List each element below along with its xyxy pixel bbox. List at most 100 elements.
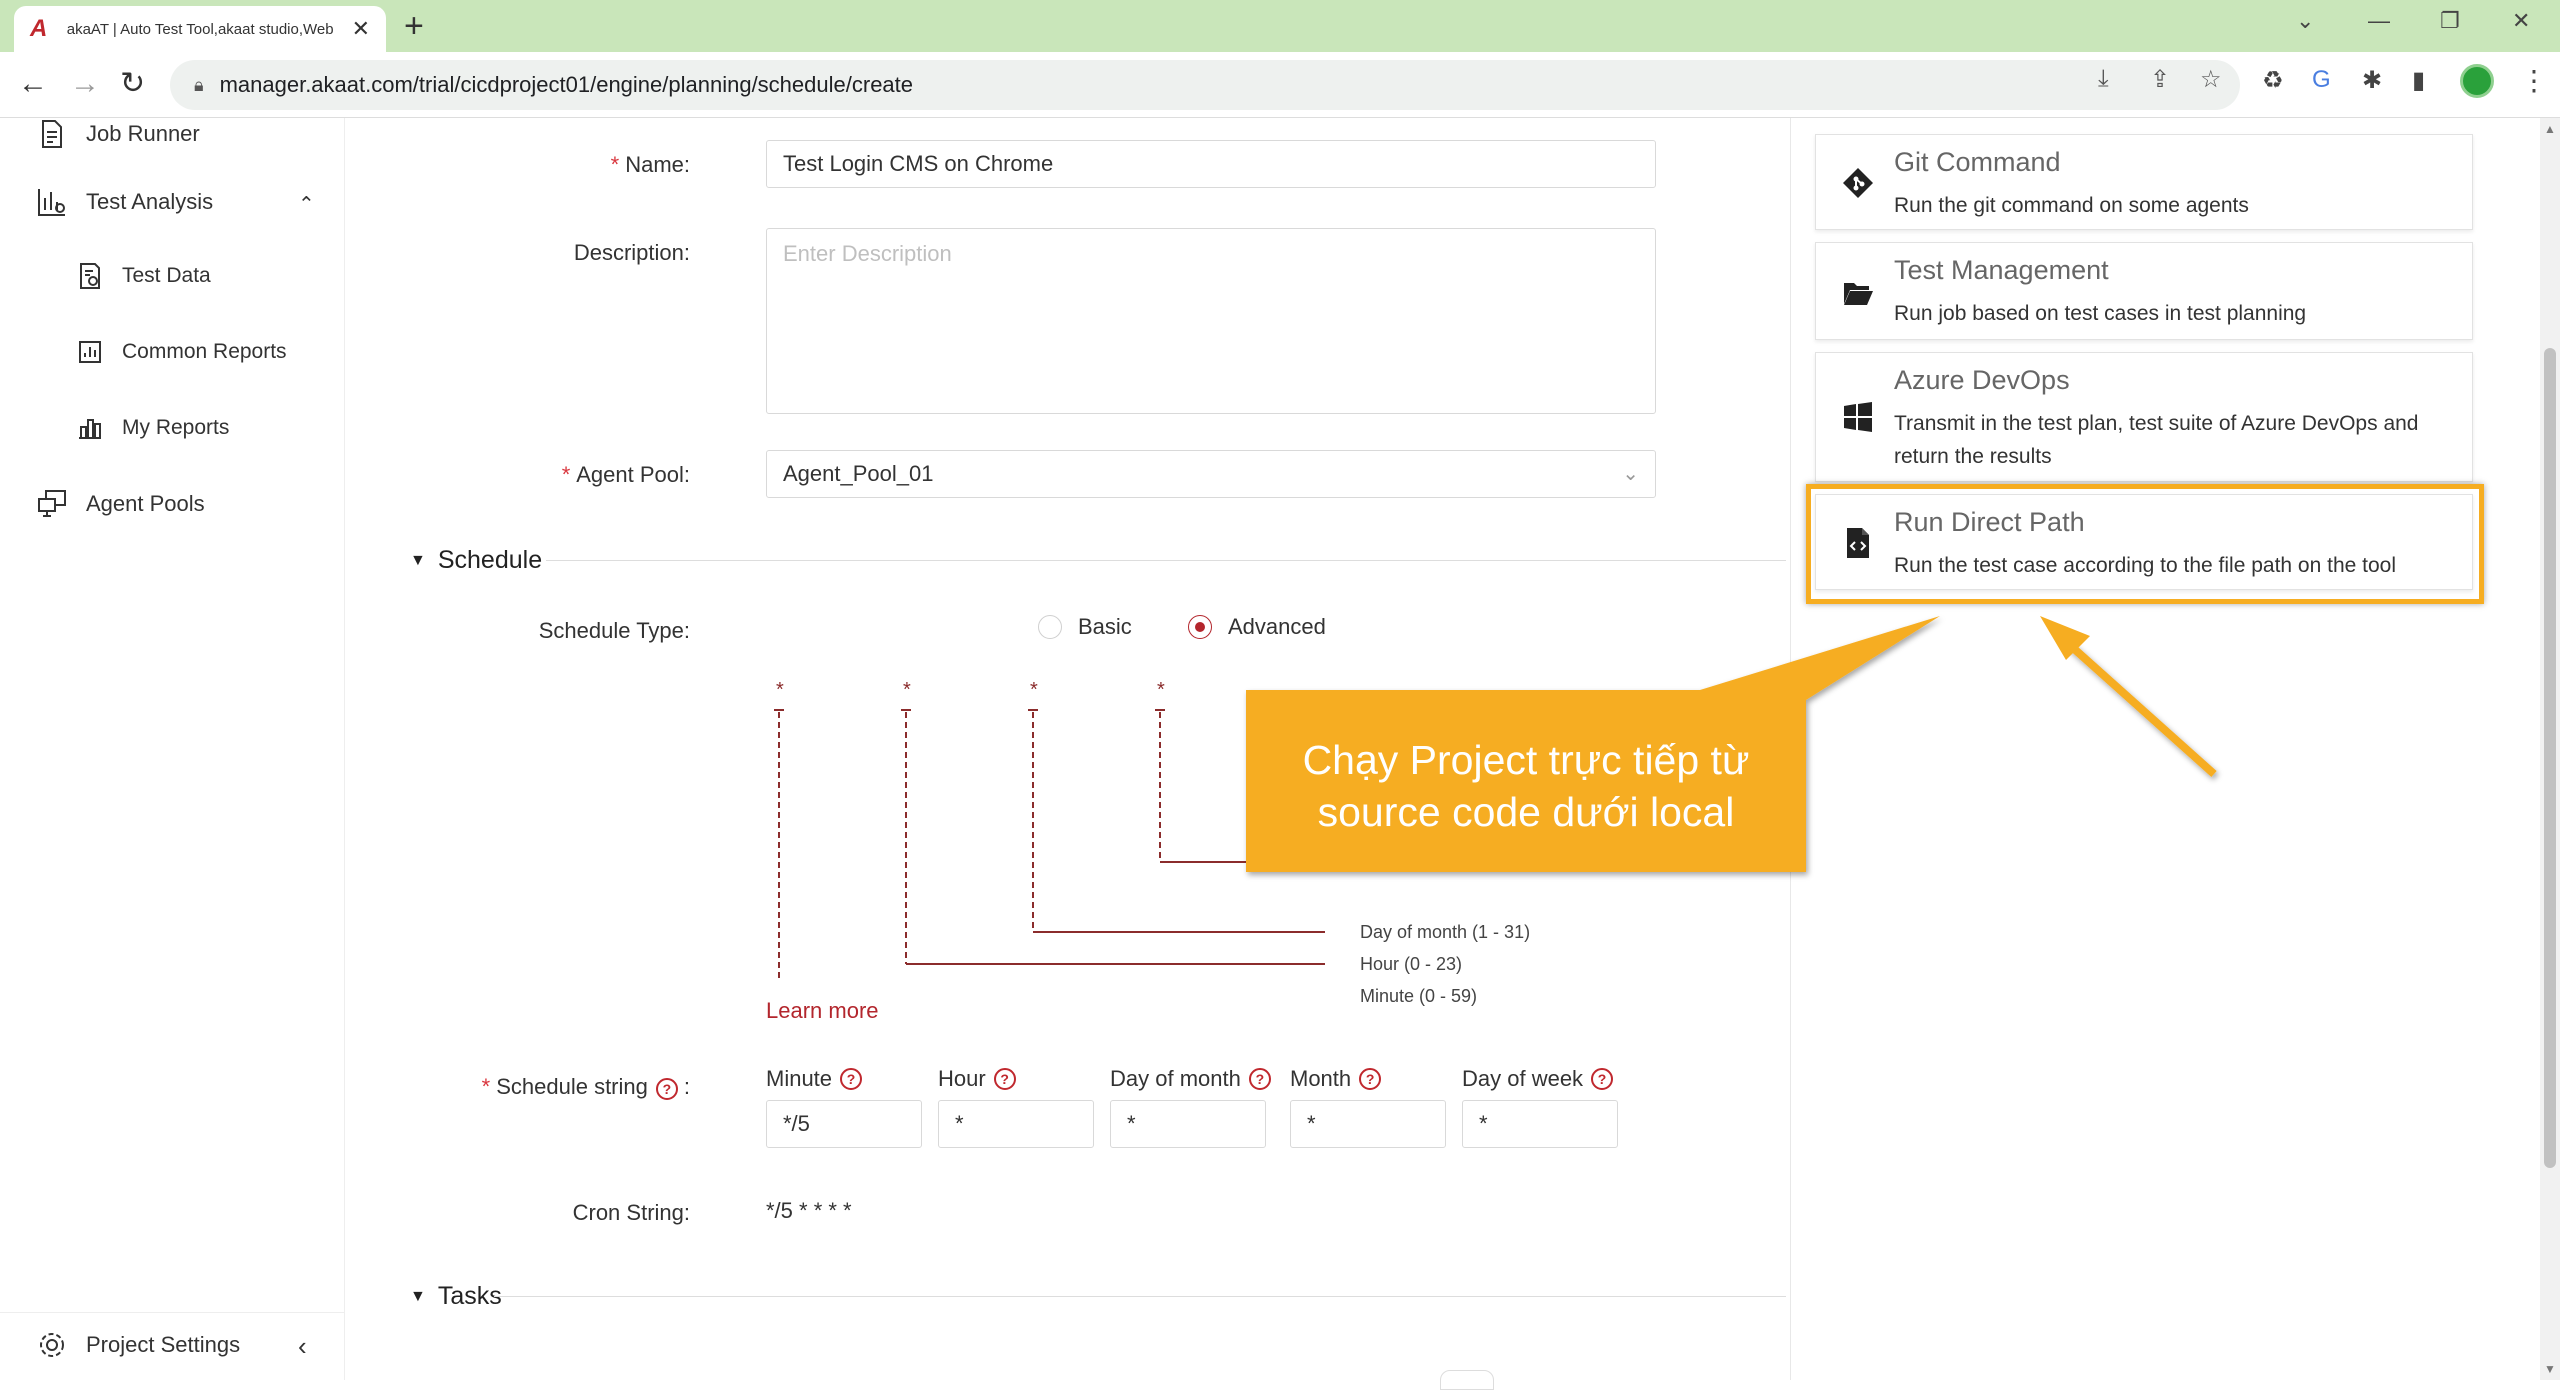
schedule-type-label: Schedule Type:: [538, 618, 690, 643]
recycle-extension-icon[interactable]: ♻: [2262, 66, 2284, 95]
job-card-azure-devops[interactable]: Azure DevOps Transmit in the test plan, …: [1815, 352, 2473, 482]
help-icon[interactable]: ?: [993, 1068, 1016, 1090]
day-of-month-input[interactable]: *: [1110, 1100, 1266, 1148]
job-title: Test Management: [1894, 255, 2109, 285]
month-input[interactable]: *: [1290, 1100, 1446, 1148]
job-card-test-management[interactable]: Test Management Run job based on test ca…: [1815, 242, 2473, 340]
sidebar-item-project-settings[interactable]: Project Settings: [36, 1329, 240, 1361]
chevron-down-icon[interactable]: ⌄: [2296, 8, 2314, 34]
back-arrow-icon[interactable]: ←: [18, 66, 48, 102]
cron-field-day: Day of month (1 - 31): [1360, 922, 1530, 942]
cron-month: Month? *: [1290, 1066, 1446, 1148]
page-scrollbar[interactable]: ▲ ▼: [2540, 118, 2560, 1380]
caret-down-icon: ▼: [410, 1287, 426, 1305]
new-tab-button[interactable]: +: [404, 8, 424, 44]
scroll-down-icon[interactable]: ▼: [2544, 1362, 2556, 1376]
add-task-stub[interactable]: [1440, 1370, 1494, 1390]
sidebar-item-test-analysis[interactable]: Test Analysis: [36, 186, 213, 218]
radio-circle-checked[interactable]: [1188, 615, 1212, 639]
translate-extension-icon[interactable]: G: [2312, 66, 2331, 94]
sidebar-item-common-reports[interactable]: Common Reports: [76, 338, 287, 366]
tasks-section-toggle[interactable]: ▼ Tasks: [410, 1282, 502, 1311]
browser-tab[interactable]: A akaAT | Auto Test Tool,akaat studio,We…: [14, 6, 386, 52]
radio-advanced[interactable]: Advanced: [1188, 614, 1326, 640]
agent-pool-label: * Agent Pool:: [561, 462, 690, 487]
minimize-icon[interactable]: —: [2368, 8, 2390, 34]
cron-field-hour: Hour (0 - 23): [1360, 954, 1462, 974]
sidebar-item-label: Agent Pools: [86, 491, 205, 516]
forward-arrow-icon[interactable]: →: [70, 66, 100, 102]
radio-basic[interactable]: Basic: [1038, 614, 1132, 640]
puzzle-extensions-icon[interactable]: ✱: [2362, 66, 2382, 95]
caret-down-icon: ▼: [410, 551, 426, 569]
git-icon: [1843, 168, 1873, 198]
collapse-sidebar-icon[interactable]: ‹: [298, 1331, 307, 1362]
profile-avatar[interactable]: [2460, 64, 2494, 98]
job-desc: Run the git command on some agents: [1894, 194, 2249, 217]
sidebar-item-label: Job Runner: [86, 121, 200, 146]
browser-toolbar: ← → ↻ 🔒︎ manager.akaat.com/trial/cicdpro…: [0, 52, 2560, 118]
cron-string-value: */5 * * * *: [766, 1198, 852, 1223]
help-icon[interactable]: ?: [1248, 1068, 1271, 1090]
job-desc: Run job based on test cases in test plan…: [1894, 302, 2307, 325]
sidepanel-icon[interactable]: ▮: [2412, 66, 2425, 95]
sidebar-item-agent-pools[interactable]: Agent Pools: [36, 488, 205, 520]
lock-icon: 🔒︎: [194, 74, 204, 95]
help-icon[interactable]: ?: [1359, 1068, 1382, 1090]
akaat-logo-icon: A: [30, 15, 48, 42]
sidebar-footer: Project Settings ‹: [0, 1312, 345, 1380]
help-icon[interactable]: ?: [655, 1078, 678, 1100]
chevron-down-icon: ⌄: [1622, 463, 1639, 485]
sidebar-item-job-runner[interactable]: Job Runner: [36, 118, 200, 150]
tab-title: akaAT | Auto Test Tool,akaat studio,Web: [66, 20, 334, 38]
hour-input[interactable]: *: [938, 1100, 1094, 1148]
sidebar-item-label: Test Analysis: [86, 189, 214, 214]
radio-circle[interactable]: [1038, 615, 1062, 639]
reload-icon[interactable]: ↻: [120, 66, 145, 102]
scroll-up-icon[interactable]: ▲: [2544, 122, 2556, 136]
sidebar-item-label: My Reports: [122, 416, 230, 439]
share-icon[interactable]: ⇪: [2150, 65, 2170, 94]
document-icon: [42, 120, 62, 148]
cron-minute: Minute? */5: [766, 1066, 922, 1148]
cron-day-of-week: Day of week? *: [1462, 1066, 1618, 1148]
scroll-thumb[interactable]: [2544, 348, 2556, 1168]
minute-input[interactable]: */5: [766, 1100, 922, 1148]
code-file-icon: [1847, 528, 1869, 558]
agent-pool-select[interactable]: Agent_Pool_01 ⌄: [766, 450, 1656, 498]
job-type-panel: Git Command Run the git command on some …: [1790, 118, 2540, 1380]
sidebar-item-label: Common Reports: [122, 340, 287, 363]
star-icon[interactable]: ☆: [2200, 65, 2222, 94]
close-icon[interactable]: ✕: [352, 16, 370, 42]
address-bar[interactable]: 🔒︎ manager.akaat.com/trial/cicdproject01…: [170, 60, 2240, 110]
schedule-section-toggle[interactable]: ▼ Schedule: [410, 546, 542, 575]
sidebar-item-label: Project Settings: [86, 1332, 241, 1357]
description-textarea[interactable]: Enter Description: [766, 228, 1656, 414]
schedule-string-label: * Schedule string?:: [481, 1074, 690, 1100]
cron-day-of-month: Day of month? *: [1110, 1066, 1271, 1148]
chevron-up-icon[interactable]: ⌄: [298, 190, 315, 215]
monitors-icon: [38, 490, 66, 517]
cron-hour: Hour? *: [938, 1066, 1094, 1148]
bar-chart-icon: [79, 419, 101, 439]
sidebar-item-label: Test Data: [122, 264, 211, 287]
help-icon[interactable]: ?: [840, 1068, 863, 1090]
more-menu-icon[interactable]: ⋮: [2520, 64, 2548, 97]
sidebar-item-my-reports[interactable]: My Reports: [76, 414, 229, 442]
job-card-run-direct-path[interactable]: Run Direct Path Run the test case accord…: [1815, 494, 2473, 590]
cron-field-minute: Minute (0 - 59): [1360, 986, 1477, 1006]
close-window-icon[interactable]: ✕: [2512, 8, 2530, 34]
restore-icon[interactable]: ❐: [2440, 8, 2460, 34]
url-text: manager.akaat.com/trial/cicdproject01/en…: [219, 72, 914, 97]
divider: [546, 560, 1786, 561]
callout-text: Chạy Project trực tiếp từ source code dướ…: [1302, 737, 1750, 835]
help-icon[interactable]: ?: [1591, 1068, 1614, 1090]
job-title: Run Direct Path: [1894, 507, 2085, 537]
sidebar-item-test-data[interactable]: Test Data: [76, 262, 211, 290]
browser-tab-bar: A akaAT | Auto Test Tool,akaat studio,We…: [0, 0, 2560, 52]
install-icon[interactable]: ⤓: [2098, 65, 2109, 93]
job-card-git-command[interactable]: Git Command Run the git command on some …: [1815, 134, 2473, 230]
day-of-week-input[interactable]: *: [1462, 1100, 1618, 1148]
learn-more-link[interactable]: Learn more: [766, 998, 879, 1024]
name-input[interactable]: Test Login CMS on Chrome: [766, 140, 1656, 188]
